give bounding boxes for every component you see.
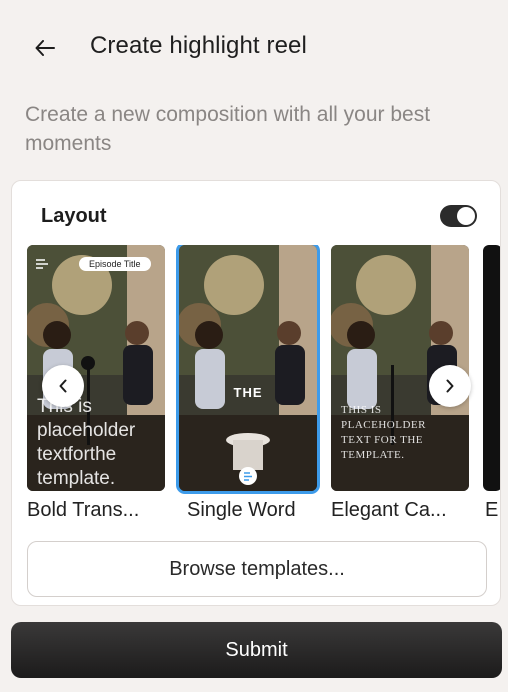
template-caption: THIS IS PLACEHOLDER TEXT FOR THE TEMPLAT… bbox=[341, 404, 426, 461]
layout-toggle[interactable] bbox=[440, 205, 477, 227]
browse-templates-button[interactable]: Browse templates... bbox=[27, 541, 487, 597]
header: Create highlight reel bbox=[0, 0, 508, 96]
toggle-knob bbox=[457, 207, 475, 225]
arrow-left-icon bbox=[35, 40, 55, 56]
template-label: E bbox=[485, 499, 499, 521]
template-thumbnail[interactable]: Episode Title This is placeholder textfo… bbox=[27, 245, 165, 491]
template-carousel: Episode Title This is placeholder textfo… bbox=[12, 245, 500, 535]
podcast-scene-image bbox=[179, 245, 317, 491]
carousel-prev-button[interactable] bbox=[42, 365, 84, 407]
layout-label: Layout bbox=[41, 205, 107, 227]
template-label: Elegant Ca... bbox=[331, 499, 447, 521]
template-thumbnail[interactable] bbox=[483, 245, 500, 491]
template-thumbnail[interactable]: THE bbox=[176, 245, 320, 494]
template-caption: This is placeholder textforthe template. bbox=[37, 396, 136, 489]
template-label: Single Word bbox=[187, 499, 296, 521]
chevron-left-icon bbox=[59, 379, 67, 393]
captions-icon bbox=[33, 255, 51, 273]
carousel-next-button[interactable] bbox=[429, 365, 471, 407]
chevron-right-icon bbox=[446, 379, 454, 393]
template-caption: THE bbox=[233, 385, 263, 400]
back-button[interactable] bbox=[30, 33, 60, 63]
page-title: Create highlight reel bbox=[90, 32, 307, 59]
layout-card: Layout Episode Title This is placeholder… bbox=[11, 180, 501, 606]
submit-button[interactable]: Submit bbox=[11, 622, 502, 678]
template-label: Bold Trans... bbox=[27, 499, 140, 521]
page-subtitle: Create a new composition with all your b… bbox=[25, 103, 431, 155]
captions-icon bbox=[239, 467, 257, 485]
episode-title-pill: Episode Title bbox=[79, 257, 151, 271]
